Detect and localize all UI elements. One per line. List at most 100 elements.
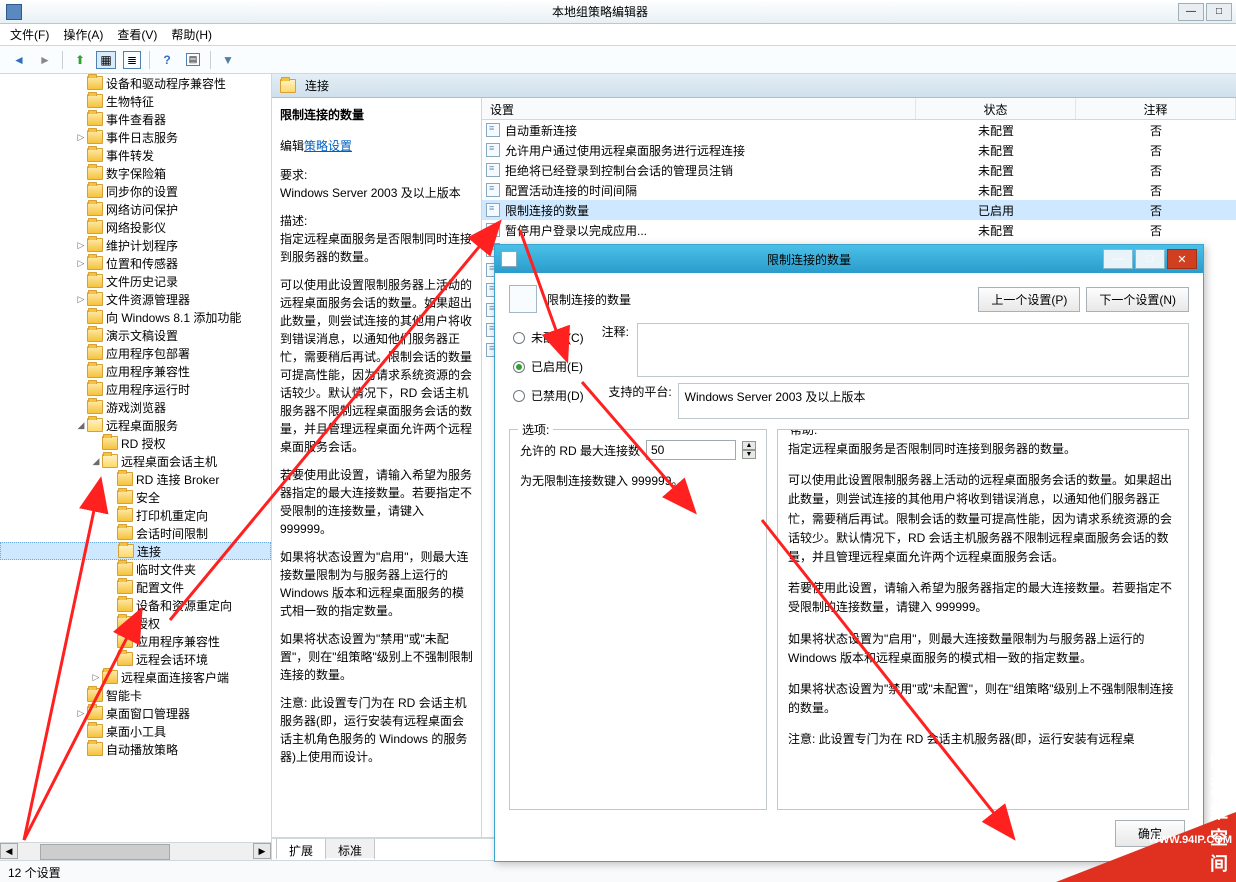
dialog-titlebar[interactable]: 限制连接的数量 — □ ✕	[495, 245, 1203, 273]
edit-policy-link[interactable]: 策略设置	[304, 137, 352, 154]
minimize-button[interactable]: —	[1178, 3, 1204, 21]
policy-row[interactable]: 限制连接的数量已启用否	[482, 200, 1236, 220]
max-connections-label: 允许的 RD 最大连接数	[520, 442, 640, 459]
tree-node[interactable]: 网络投影仪	[0, 218, 271, 236]
spinner-buttons[interactable]: ▲▼	[742, 441, 756, 459]
tree-node[interactable]: 网络访问保护	[0, 200, 271, 218]
tree-node[interactable]: ◢远程桌面服务	[0, 416, 271, 434]
filter-icon[interactable]: ▼	[217, 49, 239, 71]
col-status[interactable]: 状态	[916, 98, 1076, 119]
tree-node[interactable]: 数字保险箱	[0, 164, 271, 182]
tree-node[interactable]: 文件历史记录	[0, 272, 271, 290]
menu-file[interactable]: 文件(F)	[10, 26, 49, 43]
tree-node[interactable]: 应用程序包部署	[0, 344, 271, 362]
tree-node[interactable]: 配置文件	[0, 578, 271, 596]
next-setting-button[interactable]: 下一个设置(N)	[1086, 287, 1189, 312]
policy-row[interactable]: 配置活动连接的时间间隔未配置否	[482, 180, 1236, 200]
dialog-maximize-button[interactable]: □	[1135, 249, 1165, 269]
tree-node[interactable]: 桌面小工具	[0, 722, 271, 740]
tree-node[interactable]: 事件查看器	[0, 110, 271, 128]
tree-node[interactable]: 设备和资源重定向	[0, 596, 271, 614]
grid-icon[interactable]: ▦	[95, 49, 117, 71]
dialog-close-button[interactable]: ✕	[1167, 249, 1197, 269]
radio-not-configured[interactable]: 未配置(C)	[513, 329, 584, 346]
tree-node[interactable]: ▷远程桌面连接客户端	[0, 668, 271, 686]
policy-row[interactable]: 拒绝将已经登录到控制台会话的管理员注销未配置否	[482, 160, 1236, 180]
radio-disabled[interactable]: 已禁用(D)	[513, 387, 584, 404]
tree-node[interactable]: RD 连接 Broker	[0, 470, 271, 488]
maximize-button[interactable]: □	[1206, 3, 1232, 21]
tree-node[interactable]: ▷位置和传感器	[0, 254, 271, 272]
tree-node[interactable]: 应用程序兼容性	[0, 632, 271, 650]
menu-action[interactable]: 操作(A)	[63, 26, 103, 43]
main-header: 连接	[272, 74, 1236, 98]
window-titlebar: 本地组策略编辑器 — □	[0, 0, 1236, 24]
tree-node[interactable]: ▷桌面窗口管理器	[0, 704, 271, 722]
scroll-left-icon[interactable]: ◀	[0, 843, 18, 859]
tab-standard[interactable]: 标准	[325, 839, 375, 860]
tree-node[interactable]: ◢远程桌面会话主机	[0, 452, 271, 470]
tree-node[interactable]: 向 Windows 8.1 添加功能	[0, 308, 271, 326]
tab-extended[interactable]: 扩展	[276, 839, 326, 860]
folder-icon	[280, 79, 296, 93]
forward-button[interactable]: ►	[34, 49, 56, 71]
col-setting[interactable]: 设置	[482, 98, 916, 119]
list-icon[interactable]: ≣	[121, 49, 143, 71]
back-button[interactable]: ◄	[8, 49, 30, 71]
app-icon	[6, 4, 22, 20]
tree-node[interactable]: ▷事件日志服务	[0, 128, 271, 146]
col-comment[interactable]: 注释	[1076, 98, 1236, 119]
comment-field[interactable]	[637, 323, 1189, 377]
scroll-thumb[interactable]	[40, 844, 170, 860]
tree-node[interactable]: 智能卡	[0, 686, 271, 704]
options-hint: 为无限制连接数键入 999999。	[520, 472, 756, 489]
tree-node[interactable]: 连接	[0, 542, 271, 560]
menu-help[interactable]: 帮助(H)	[171, 26, 212, 43]
tree-node[interactable]: 游戏浏览器	[0, 398, 271, 416]
tree-node[interactable]: 会话时间限制	[0, 524, 271, 542]
tree-node[interactable]: RD 授权	[0, 434, 271, 452]
policy-title: 限制连接的数量	[280, 106, 473, 123]
main-header-title: 连接	[305, 77, 329, 94]
table-icon[interactable]: ▤	[182, 49, 204, 71]
tree-node[interactable]: 设备和驱动程序兼容性	[0, 74, 271, 92]
tree-node[interactable]: ▷维护计划程序	[0, 236, 271, 254]
list-header: 设置 状态 注释	[482, 98, 1236, 120]
state-radios: 未配置(C) 已启用(E) 已禁用(D)	[509, 323, 588, 419]
up-button[interactable]: ⬆	[69, 49, 91, 71]
prev-setting-button[interactable]: 上一个设置(P)	[978, 287, 1080, 312]
tree-node[interactable]: 自动播放策略	[0, 740, 271, 758]
tree-node[interactable]: 事件转发	[0, 146, 271, 164]
tree-node[interactable]: 应用程序运行时	[0, 380, 271, 398]
radio-enabled[interactable]: 已启用(E)	[513, 358, 584, 375]
tree-node[interactable]: 打印机重定向	[0, 506, 271, 524]
status-text: 12 个设置	[8, 866, 61, 880]
options-label: 选项:	[518, 421, 553, 438]
tree-node[interactable]: 临时文件夹	[0, 560, 271, 578]
policy-row[interactable]: 自动重新连接未配置否	[482, 120, 1236, 140]
tree-node[interactable]: 演示文稿设置	[0, 326, 271, 344]
help-label: 帮助:	[786, 429, 821, 438]
tree-panel: 设备和驱动程序兼容性生物特征事件查看器▷事件日志服务事件转发数字保险箱同步你的设…	[0, 74, 272, 860]
menu-view[interactable]: 查看(V)	[117, 26, 157, 43]
help-icon[interactable]: ?	[156, 49, 178, 71]
edit-label: 编辑	[280, 139, 304, 153]
tree-node[interactable]: ▷文件资源管理器	[0, 290, 271, 308]
tree-node[interactable]: 同步你的设置	[0, 182, 271, 200]
scroll-right-icon[interactable]: ▶	[253, 843, 271, 859]
tree-node[interactable]: 授权	[0, 614, 271, 632]
tree-hscrollbar[interactable]: ◀ ▶	[0, 842, 271, 860]
statusbar: 12 个设置	[0, 860, 1236, 882]
max-connections-input[interactable]	[646, 440, 736, 460]
req-text: Windows Server 2003 及以上版本	[280, 186, 461, 200]
policy-icon	[509, 285, 537, 313]
dialog-icon	[501, 251, 517, 267]
tree-scroll[interactable]: 设备和驱动程序兼容性生物特征事件查看器▷事件日志服务事件转发数字保险箱同步你的设…	[0, 74, 271, 842]
tree-node[interactable]: 应用程序兼容性	[0, 362, 271, 380]
policy-row[interactable]: 暂停用户登录以完成应用...未配置否	[482, 220, 1236, 240]
tree-node[interactable]: 远程会话环境	[0, 650, 271, 668]
tree-node[interactable]: 生物特征	[0, 92, 271, 110]
dialog-minimize-button[interactable]: —	[1103, 249, 1133, 269]
policy-row[interactable]: 允许用户通过使用远程桌面服务进行远程连接未配置否	[482, 140, 1236, 160]
tree-node[interactable]: 安全	[0, 488, 271, 506]
